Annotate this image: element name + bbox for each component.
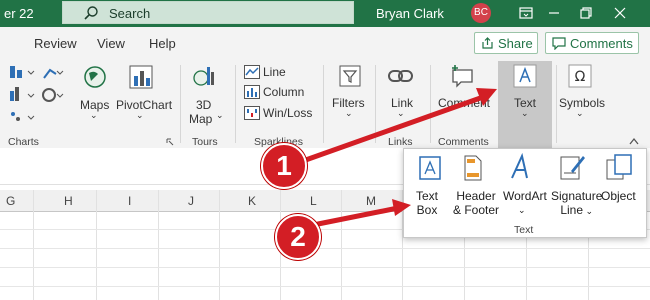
arrow-2-line bbox=[315, 205, 401, 227]
annotation-arrows bbox=[297, 88, 497, 227]
arrow-1-line bbox=[297, 93, 489, 165]
step-1-badge: 1 bbox=[261, 143, 307, 189]
arrow-2-head bbox=[392, 199, 411, 216]
step-2-badge: 2 bbox=[275, 214, 321, 260]
